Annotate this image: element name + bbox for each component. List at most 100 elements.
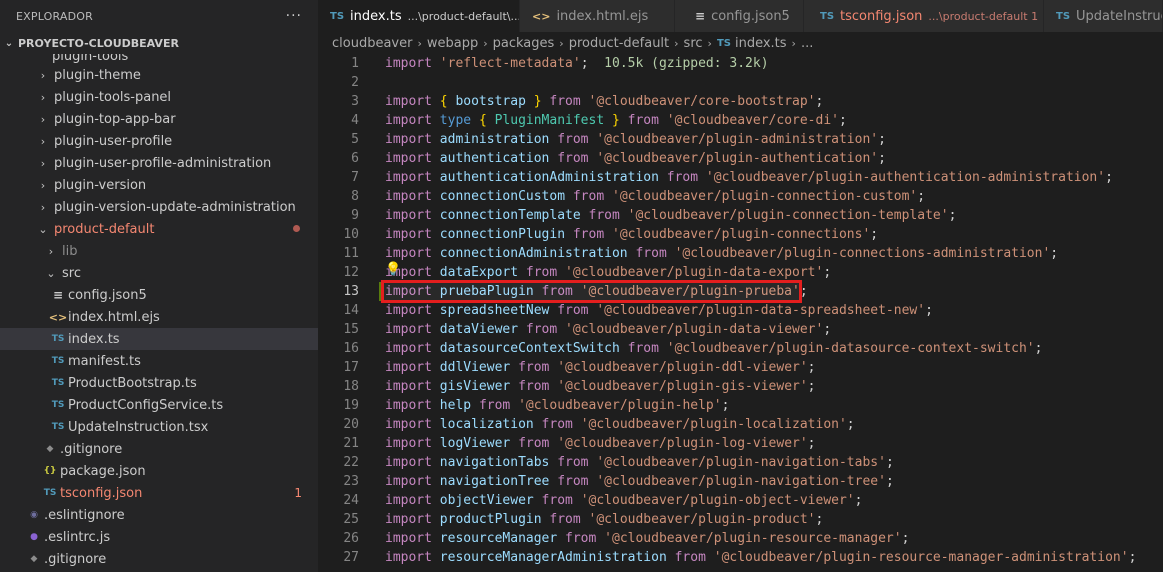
line-number: 18	[343, 379, 359, 394]
code-line[interactable]: 17 import ddlViewer from '@cloudbeaver/pl…	[318, 358, 1163, 377]
code-line[interactable]: 21 import logViewer from '@cloudbeaver/pl…	[318, 434, 1163, 453]
code-line[interactable]: 5 import administration from '@cloudbeave…	[318, 130, 1163, 149]
tree-item-plugin-user-profile[interactable]: › plugin-user-profile	[0, 130, 318, 152]
tree-item-index-html-ejs[interactable]: <> index.html.ejs	[0, 306, 318, 328]
tree-item-plugin-tools-panel[interactable]: › plugin-tools-panel	[0, 86, 318, 108]
code-line[interactable]: 24 import objectViewer from '@cloudbeaver…	[318, 491, 1163, 510]
code-line[interactable]: 1 import 'reflect-metadata'; 10.5k (gzipp…	[318, 54, 1163, 73]
more-actions-icon[interactable]: ···	[286, 8, 302, 24]
breadcrumb-item[interactable]: src	[684, 36, 703, 51]
editor-gutter	[359, 54, 385, 73]
code-line[interactable]: 4 import type { PluginManifest } from '@c…	[318, 111, 1163, 130]
tree-item-index-ts[interactable]: TS index.ts	[0, 328, 318, 350]
keyword-from: from	[635, 246, 667, 261]
editor-gutter	[359, 472, 385, 491]
chevron-right-icon: ›	[707, 36, 712, 50]
code-line[interactable]: 3 import { bootstrap } from '@cloudbeaver…	[318, 92, 1163, 111]
code-text: import navigationTree from '@cloudbeaver…	[385, 472, 1163, 491]
tree-item-label: plugin-version	[54, 177, 147, 193]
code-line[interactable]: 10 import connectionPlugin from '@cloudbe…	[318, 225, 1163, 244]
tab-index-html-ejs[interactable]: <> index.html.ejs	[520, 0, 675, 32]
code-line[interactable]: 27 import resourceManagerAdministration f…	[318, 548, 1163, 567]
code-line[interactable]: 8 import connectionCustom from '@cloudbea…	[318, 187, 1163, 206]
tree-item-plugin-user-profile-administration[interactable]: › plugin-user-profile-administration	[0, 152, 318, 174]
tree-item-plugin-theme[interactable]: › plugin-theme	[0, 64, 318, 86]
tsconfig-file-icon: TS	[820, 10, 835, 22]
tree-item-eslintrc-js[interactable]: ● .eslintrc.js	[0, 526, 318, 548]
code-line[interactable]: 15 import dataViewer from '@cloudbeaver/p…	[318, 320, 1163, 339]
tree-item-label: lib	[62, 243, 78, 259]
code-line[interactable]: 16 import datasourceContextSwitch from '@…	[318, 339, 1163, 358]
tree-item-gitignore[interactable]: ◆ .gitignore	[0, 438, 318, 460]
tree-item-plugin-version-update-administration[interactable]: › plugin-version-update-administration	[0, 196, 318, 218]
tree-item-product-default[interactable]: ⌄ product-default	[0, 218, 318, 240]
breadcrumb-item[interactable]: packages	[493, 36, 555, 51]
tree-item-productconfigservice-ts[interactable]: TS ProductConfigService.ts	[0, 394, 318, 416]
tree-item-plugin-top-app-bar[interactable]: › plugin-top-app-bar	[0, 108, 318, 130]
keyword-from: from	[541, 493, 573, 508]
code-line[interactable]: 2	[318, 73, 1163, 92]
code-line[interactable]: 6 import authentication from '@cloudbeave…	[318, 149, 1163, 168]
breadcrumb-item[interactable]: webapp	[427, 36, 478, 51]
tab-config-json5[interactable]: ≡ config.json5	[675, 0, 804, 32]
tree-item-productbootstrap-ts[interactable]: TS ProductBootstrap.ts	[0, 372, 318, 394]
editor-gutter	[359, 377, 385, 396]
breadcrumb-item[interactable]: product-default	[569, 36, 669, 51]
import-identifier: connectionCustom	[439, 189, 566, 204]
tree-item-eslintignore[interactable]: ◉ .eslintignore	[0, 504, 318, 526]
tree-item-manifest-ts[interactable]: TS manifest.ts	[0, 350, 318, 372]
keyword-import: import	[385, 493, 432, 508]
breadcrumb-file[interactable]: index.ts	[735, 36, 787, 51]
lines-file-icon: ≡	[695, 9, 706, 23]
tree-item-tsconfig-json[interactable]: TS tsconfig.json 1	[0, 482, 318, 504]
code-text: import connectionTemplate from '@cloudbe…	[385, 206, 1163, 225]
module-string: '@cloudbeaver/plugin-navigation-tree'	[596, 474, 886, 489]
code-file-icon: <>	[532, 9, 551, 23]
code-line[interactable]: 9 import connectionTemplate from '@cloudb…	[318, 206, 1163, 225]
tree-item-cut[interactable]: plugin-tools	[0, 54, 318, 64]
breadcrumb-symbols[interactable]: ...	[801, 36, 813, 51]
file-tree: plugin-tools › plugin-theme › plugin-too…	[0, 54, 318, 570]
tab-path: ...\product-default 1	[928, 9, 1039, 23]
line-number: 17	[343, 360, 359, 375]
editor-area: TS index.ts ...\product-default\... × <>…	[318, 0, 1163, 572]
tree-item-label: product-default	[54, 221, 155, 237]
keyword-import: import	[385, 208, 432, 223]
code-line[interactable]: 25 import productPlugin from '@cloudbeave…	[318, 510, 1163, 529]
editor-gutter	[359, 187, 385, 206]
import-identifier: connectionTemplate	[439, 208, 581, 223]
chevron-right-icon: ›	[48, 244, 54, 258]
code-line[interactable]: 11 import connectionAdministration from '…	[318, 244, 1163, 263]
code-line[interactable]: 20 import localization from '@cloudbeaver…	[318, 415, 1163, 434]
code-line[interactable]: 13 import pruebaPlugin from '@cloudbeaver…	[318, 280, 1163, 303]
module-string: '@cloudbeaver/plugin-administration'	[596, 132, 879, 147]
tree-item-config-json5[interactable]: ≡ config.json5	[0, 284, 318, 306]
brace-close: }	[612, 113, 620, 128]
tab-updateinstruction[interactable]: TS UpdateInstruct	[1044, 0, 1163, 32]
code-line[interactable]: 23 import navigationTree from '@cloudbeav…	[318, 472, 1163, 491]
code-line[interactable]: 22 import navigationTabs from '@cloudbeav…	[318, 453, 1163, 472]
code-line[interactable]: 19 import help from '@cloudbeaver/plugin-…	[318, 396, 1163, 415]
tree-item-root-gitignore[interactable]: ◆ .gitignore	[0, 548, 318, 570]
tab-label: index.html.ejs	[556, 8, 649, 24]
tree-item-label: plugin-user-profile-administration	[54, 155, 272, 171]
breadcrumb-item[interactable]: cloudbeaver	[332, 36, 412, 51]
code-line[interactable]: 18 import gisViewer from '@cloudbeaver/pl…	[318, 377, 1163, 396]
code-line[interactable]: 14 import spreadsheetNew from '@cloudbeav…	[318, 301, 1163, 320]
tree-item-updateinstruction-tsx[interactable]: TS UpdateInstruction.tsx	[0, 416, 318, 438]
tab-tsconfig-json[interactable]: TS tsconfig.json ...\product-default 1	[804, 0, 1044, 32]
tree-item-src[interactable]: ⌄ src	[0, 262, 318, 284]
lightbulb-icon[interactable]: 💡	[385, 260, 401, 279]
tree-item-plugin-version[interactable]: › plugin-version	[0, 174, 318, 196]
tab-index-ts[interactable]: TS index.ts ...\product-default\... ×	[318, 0, 520, 32]
tree-item-package-json[interactable]: {} package.json	[0, 460, 318, 482]
project-section-header[interactable]: ⌄ PROYECTO-CLOUDBEAVER	[0, 32, 318, 54]
semicolon: ;	[917, 189, 926, 204]
semicolon: ;	[721, 398, 730, 413]
code-line[interactable]: 26 import resourceManager from '@cloudbea…	[318, 529, 1163, 548]
keyword-type: type	[439, 113, 472, 128]
code-line[interactable]: 7 import authenticationAdministration fro…	[318, 168, 1163, 187]
tree-item-lib[interactable]: › lib	[0, 240, 318, 262]
code-editor[interactable]: 1 import 'reflect-metadata'; 10.5k (gzipp…	[318, 54, 1163, 572]
